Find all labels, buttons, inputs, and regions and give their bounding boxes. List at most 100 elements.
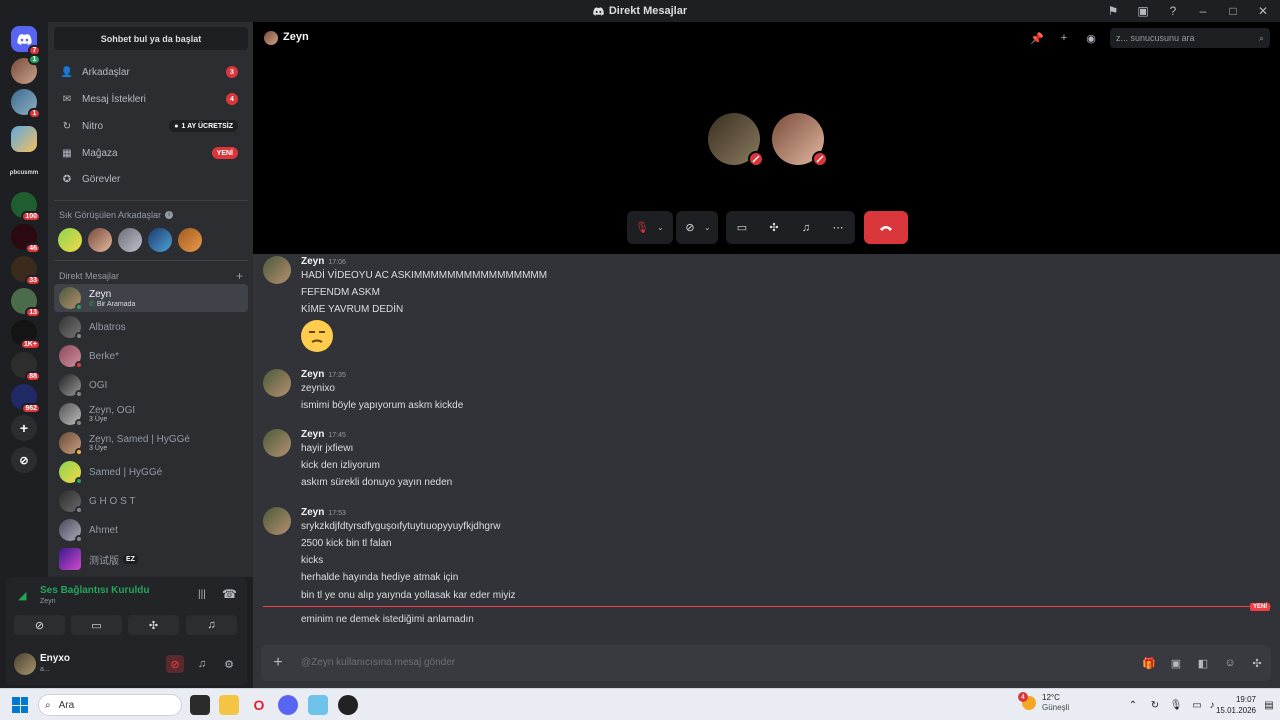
info-icon[interactable]: i [165,211,174,219]
settings-icon[interactable]: ⚙ [220,655,238,673]
sticker-icon[interactable]: ◧ [1195,655,1211,671]
inbox-icon[interactable]: ▣ [1136,4,1150,18]
app-icon[interactable] [308,695,328,715]
frequent-friend-avatar[interactable] [58,228,82,252]
dm-item[interactable]: Albatros [54,313,248,341]
pin-icon[interactable]: 📌 [1030,31,1044,45]
nav-message-requests[interactable]: ✉ Mesaj İstekleri 4 [54,87,248,111]
task-view-icon[interactable] [190,695,210,715]
server-icon-8[interactable]: 88 [11,352,41,382]
message-author[interactable]: Zeyn [301,507,324,518]
clock[interactable]: 19:07 15.01.2026 [1216,694,1256,716]
avatar[interactable] [263,429,291,457]
app-icon[interactable] [338,695,358,715]
help-icon[interactable]: ? [1166,4,1180,18]
network-icon[interactable]: ▭ [1190,698,1204,712]
disconnect-icon[interactable]: ☎ [222,587,237,601]
close-button[interactable]: ✕ [1256,4,1270,18]
chevron-down-icon[interactable]: ⌄ [657,223,664,232]
soundboard-button[interactable]: ♫ [186,615,237,635]
flag-icon[interactable]: ⚑ [1106,4,1120,18]
find-conversation-button[interactable]: Sohbet bul ya da başlat [54,27,248,50]
dm-item[interactable]: 测试版 EZ [54,545,248,573]
message-author[interactable]: Zeyn [301,369,324,380]
file-explorer-icon[interactable] [219,695,239,715]
activities-button[interactable]: ✣ [758,211,790,244]
dm-item[interactable]: G H O S T [54,487,248,515]
dm-item-zeyn[interactable]: Zeyn ✆ Bir Aramada [54,284,248,312]
search-input[interactable]: z... sunucusunu ara ⌕ [1110,28,1270,48]
discord-taskbar-icon[interactable] [278,695,298,715]
camera-button[interactable]: ⊘ [676,211,704,244]
add-server-button[interactable]: + [11,415,37,441]
taskbar-search[interactable]: ⌕ Ara [38,694,182,716]
maximize-button[interactable]: □ [1226,4,1240,18]
windows-start-icon[interactable] [12,697,28,713]
nav-shop[interactable]: ▦ Mağaza YENİ [54,141,248,165]
activities-button[interactable]: ✣ [128,615,179,635]
minimize-button[interactable]: – [1196,4,1210,18]
noise-suppression-icon[interactable]: ||| [198,589,206,600]
dm-item[interactable]: Samed | HyGGé [54,458,248,486]
username[interactable]: Enyxo [40,653,70,664]
avatar[interactable] [263,256,291,284]
dm-item[interactable]: Zeyn, OGI 3 Üye [54,400,248,428]
gift-icon[interactable]: 🎁 [1141,655,1157,671]
nav-friends[interactable]: 👤 Arkadaşlar 3 [54,60,248,84]
avatar[interactable] [263,507,291,535]
dm-item[interactable]: OGI [54,371,248,399]
frequent-friend-avatar[interactable] [148,228,172,252]
notification-icon[interactable]: ▤ [1262,698,1276,712]
header-name[interactable]: Zeyn [283,31,309,43]
dm-item[interactable]: Berke* [54,342,248,370]
mute-button[interactable]: ⊘ [166,655,184,673]
gif-icon[interactable]: ▣ [1168,655,1184,671]
nav-quests[interactable]: ✪ Görevler [54,167,248,191]
nav-nitro[interactable]: ↻ Nitro ● 1 AY ÜCRETSİZ [54,114,248,138]
server-icon-4[interactable]: 46 [11,224,41,254]
add-friend-icon[interactable]: + [1057,31,1071,45]
dm-avatar-1[interactable]: 1 [11,54,41,84]
server-icon-2[interactable]: ρbcusmm [6,160,42,186]
dm-item[interactable]: Ahmet [54,516,248,544]
dm-item[interactable]: Zeyn, Samed | HyGGé 3 Üye [54,429,248,457]
microphone-icon[interactable]: 🎙 [1169,698,1183,712]
apps-icon[interactable]: ✣ [1249,655,1265,671]
soundboard-button[interactable]: ♫ [790,211,822,244]
frequent-friend-avatar[interactable] [118,228,142,252]
profile-icon[interactable]: ◉ [1084,31,1098,45]
frequent-friend-avatar[interactable] [88,228,112,252]
server-icon-3[interactable]: 100 [11,192,41,222]
weather-widget[interactable]: 4 12°C Güneşli [1018,692,1069,713]
upload-button[interactable]: + [269,654,287,672]
home-button[interactable]: 7 [11,26,41,56]
dm-avatar-2[interactable]: 1 [11,89,41,119]
server-icon-9[interactable]: 962 [11,384,41,414]
call-participant-avatar[interactable] [708,113,764,167]
headphones-icon[interactable]: ♫ [193,655,211,673]
discover-button[interactable]: ⊘ [11,447,37,473]
server-icon-5[interactable]: 33 [11,256,41,286]
avatar[interactable] [263,369,291,397]
sync-icon[interactable]: ↻ [1148,698,1162,712]
mic-muted-button[interactable]: 🎙 [627,211,657,244]
chevron-up-icon[interactable]: ⌃ [1126,698,1140,712]
more-button[interactable]: ⋯ [822,211,854,244]
chevron-down-icon[interactable]: ⌄ [704,223,711,232]
server-icon-1[interactable] [11,126,37,152]
add-dm-icon[interactable]: + [236,269,243,283]
server-icon-7[interactable]: 1K+ [11,320,41,350]
emoji-icon[interactable]: ☺ [1222,655,1238,671]
avatar[interactable] [14,653,36,675]
message-author[interactable]: Zeyn [301,429,324,440]
message-author[interactable]: Zeyn [301,256,324,267]
voice-channel[interactable]: Zeyn [40,598,56,605]
call-participant-avatar[interactable] [772,113,828,167]
screen-share-button[interactable]: ▭ [71,615,122,635]
server-icon-6[interactable]: 13 [11,288,41,318]
opera-icon[interactable]: O [249,695,269,715]
end-call-button[interactable] [864,211,908,244]
screen-share-button[interactable]: ▭ [726,211,758,244]
message-input[interactable]: @Zeyn kullanıcısına mesaj gönder [301,657,455,668]
camera-off-button[interactable]: ⊘ [14,615,65,635]
